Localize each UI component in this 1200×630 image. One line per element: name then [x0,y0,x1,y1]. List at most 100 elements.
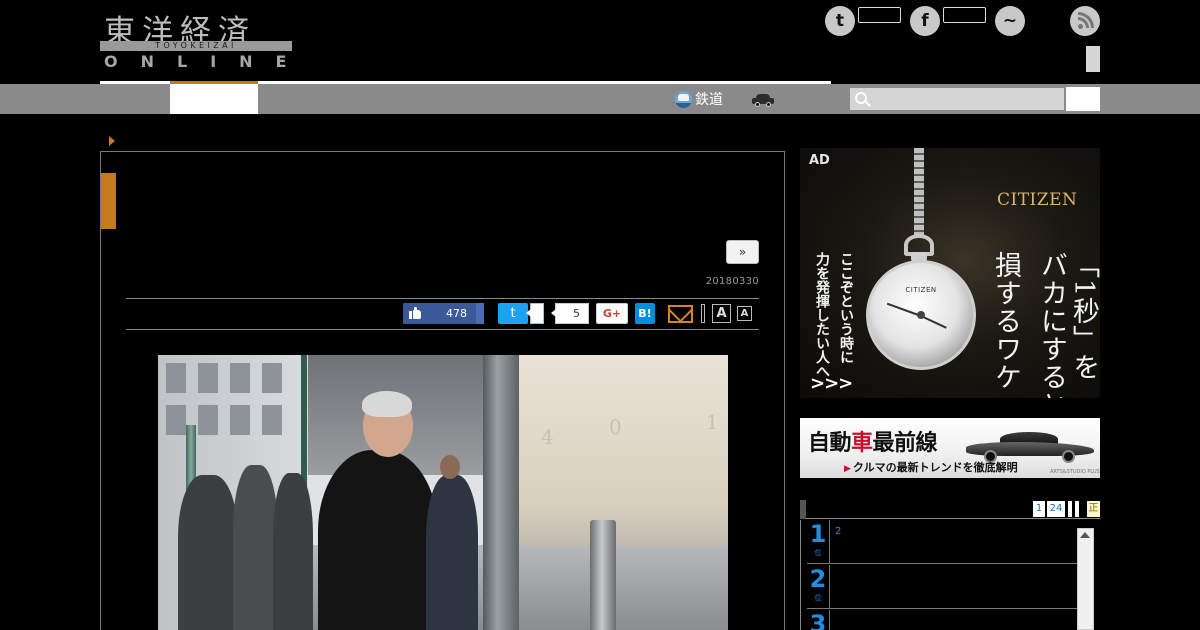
mail-icon[interactable] [668,305,693,323]
article-photo: 4 0 1 [158,355,728,630]
watch-chain [914,148,924,238]
ranking-scrollbar[interactable] [1077,528,1094,630]
car-wheel [1062,450,1075,463]
ranking-separator [829,520,830,564]
photo-window [262,405,282,435]
photo-person-coat [318,450,438,630]
next-page-button[interactable]: » [726,240,759,264]
ranking-number: 2 [809,565,827,593]
rss-arc-outer [1078,12,1094,28]
nav-item-active[interactable] [170,84,258,114]
car-banner-subtitle: クルマの最新トレンドを徹底解明 [844,459,1018,475]
share-divider-top [126,298,759,299]
rss-icon[interactable] [1070,6,1100,36]
gplus-count: 5 [551,303,589,324]
ranking-item[interactable]: 2 位 [807,565,1079,609]
title-accent-bar [101,173,116,229]
ranking-unit: 位 [814,594,822,602]
photo-window [262,363,282,393]
facebook-like-count[interactable] [943,7,986,23]
ad-brand: CITIZEN [997,190,1078,210]
scroll-up-icon[interactable] [1080,532,1090,538]
ranking-title: 2 [835,526,842,537]
font-size-large-button[interactable]: A [712,304,731,323]
car-icon[interactable] [752,94,774,107]
font-size-small-button[interactable]: A [737,306,752,321]
ad-label: AD [809,153,830,168]
photo-crowd [233,465,278,630]
site-logo[interactable]: 東洋経済 TOYOKEIZAI ONLINE [100,6,295,72]
page: 東洋経済 TOYOKEIZAI ONLINE t f ~ 鉄道 » 201803… [0,0,1200,630]
ranking-tab[interactable]: 正 [1087,501,1100,517]
ad-subline: ここぞという時に [838,252,854,364]
photo-window [230,405,250,435]
article-date: 20180330 [705,276,759,287]
watch-dial-brand: CITIZEN [905,286,937,294]
ranking-number: 1 [809,520,827,548]
tweet-button[interactable]: t [498,303,528,324]
ranking-separator [829,565,830,609]
ad-headline: 「1秒」を [1068,251,1099,382]
car-wheel [766,102,771,107]
gplus-button[interactable]: G+ [596,303,628,324]
photo-numeral: 1 [706,410,719,434]
twitter-icon[interactable]: t [825,6,855,36]
ad-headline: 損するワケ [990,251,1021,391]
car-frontline-banner[interactable]: 自動車最前線 クルマの最新トレンドを徹底解明 ARTS&STUDIO PLUS [800,418,1100,478]
search-button[interactable] [1066,87,1100,111]
nav-item-rail[interactable]: 鉄道 [675,89,723,109]
photo-bollard [590,520,616,630]
photo-numeral: 4 [541,425,554,449]
search-input[interactable] [850,88,1064,110]
car-wheel [755,102,760,107]
ranking-item[interactable]: 1 位 2 [807,520,1079,564]
photo-crowd [426,475,478,630]
search-icon [855,92,867,104]
logo-roman: TOYOKEIZAI [100,41,292,51]
nav-rail-label: 鉄道 [695,92,723,108]
ranking-list: 1 位 2 2 位 3 位 [800,520,1100,630]
car-banner-title-2: 最前線 [872,431,938,456]
watch-hour-hand [920,315,947,329]
ranking-tab[interactable]: 24 [1047,501,1065,517]
photo-crowd [178,475,238,630]
hatena-bookmark-button[interactable]: B! [635,303,655,324]
ranking-unit: 位 [814,549,822,557]
photo-numeral: 0 [609,415,622,439]
ranking-tab[interactable] [1068,501,1072,517]
ranking-separator [829,610,830,630]
ranking-tab[interactable] [1075,501,1079,517]
photo-window [198,405,218,435]
car-banner-title-1: 自動 [808,431,852,456]
pocket-watch: CITIZEN [866,260,976,370]
thumb-top [414,307,417,312]
car-banner-title-red: 車 [851,431,873,456]
photo-window [166,405,186,435]
ad-subline: 力を発揮したい人へ [814,252,830,378]
ranking-number: 3 [809,610,827,630]
ad-banner-citizen[interactable]: AD CITIZEN CITIZEN 「1秒」を バカにすると 損するワケ ここ… [800,148,1100,398]
train-icon [675,90,692,108]
tweet-count [526,303,544,324]
ranking-header: 1 24 [800,500,1100,519]
logo-online: ONLINE [104,52,310,71]
like-count: 478 [446,307,467,320]
ranking-tab[interactable]: 1 [1033,501,1045,517]
like-button-end [476,303,484,324]
facebook-like-button[interactable]: 478 [403,303,484,324]
ad-headline: バカにすると [1036,251,1067,398]
messenger-icon[interactable]: ~ [995,6,1025,36]
share-separator [701,304,705,323]
car-banner-image [966,430,1094,463]
photo-pillar [483,355,519,630]
thumb-base [409,311,412,319]
photo-window [230,363,250,393]
facebook-icon[interactable]: f [910,6,940,36]
car-banner-credit: ARTS&STUDIO PLUS [1050,469,1100,475]
twitter-follow-count[interactable] [858,7,901,23]
global-nav: 鉄道 [0,84,1200,114]
photo-window [166,363,186,393]
login-button[interactable] [1086,46,1100,72]
ranking-item[interactable]: 3 位 [807,610,1079,630]
share-divider-bottom [126,329,759,330]
